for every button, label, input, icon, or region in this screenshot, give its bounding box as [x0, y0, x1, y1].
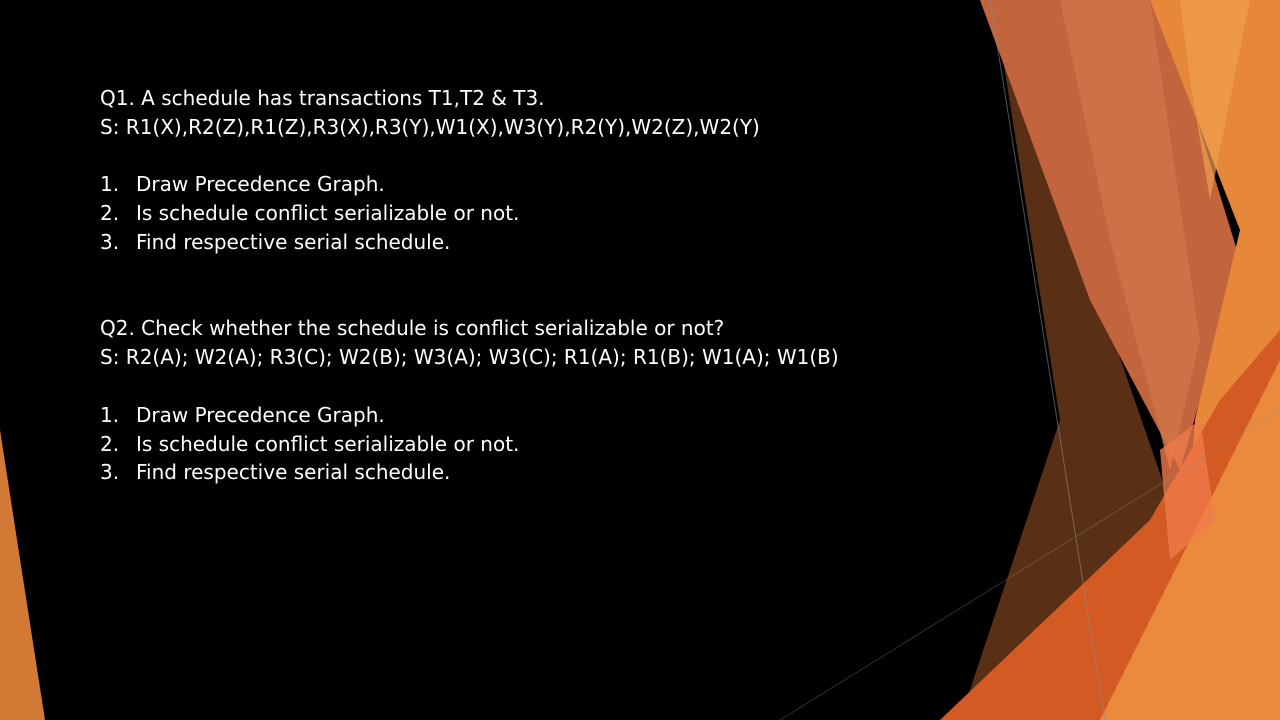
- q1-task-item: 1. Draw Precedence Graph.: [100, 170, 980, 199]
- q1-task-number: 1.: [100, 172, 120, 197]
- q2-task-list: 1. Draw Precedence Graph. 2. Is schedule…: [100, 401, 980, 487]
- left-edge-shape: [0, 430, 45, 720]
- q2-task-item: 1. Draw Precedence Graph.: [100, 401, 980, 430]
- q2-task-text: Draw Precedence Graph.: [136, 402, 385, 427]
- slide: Q1. A schedule has transactions T1,T2 & …: [0, 0, 1280, 720]
- q2-title: Q2. Check whether the schedule is confli…: [100, 316, 725, 341]
- q1-task-number: 3.: [100, 229, 120, 254]
- q1-title: Q1. A schedule has transactions T1,T2 & …: [100, 86, 545, 110]
- q2-task-item: 2. Is schedule conflict serializable or …: [100, 430, 980, 459]
- q1-task-text: Draw Precedence Graph.: [136, 172, 385, 197]
- q2-task-text: Is schedule conflict serializable or not…: [136, 431, 520, 456]
- q2-schedule: S: R2(A); W2(A); R3(C); W2(B); W3(A); W3…: [100, 345, 839, 370]
- q1-schedule: S: R1(X),R2(Z),R1(Z),R3(X),R3(Y),W1(X),W…: [100, 114, 760, 139]
- q1-task-item: 3. Find respective serial schedule.: [100, 228, 980, 257]
- q2-task-text: Find respective serial schedule.: [136, 460, 451, 485]
- q1-task-item: 2. Is schedule conflict serializable or …: [100, 199, 980, 228]
- q1-task-list: 1. Draw Precedence Graph. 2. Is schedule…: [100, 170, 980, 256]
- q1-task-text: Find respective serial schedule.: [136, 229, 451, 254]
- q2-task-number: 3.: [100, 460, 120, 485]
- q2-task-number: 1.: [100, 402, 120, 427]
- q2-task-item: 3. Find respective serial schedule.: [100, 458, 980, 487]
- slide-content: Q1. A schedule has transactions T1,T2 & …: [100, 84, 980, 487]
- q1-task-number: 2.: [100, 201, 120, 226]
- q1-task-text: Is schedule conflict serializable or not…: [136, 201, 520, 226]
- q2-task-number: 2.: [100, 431, 120, 456]
